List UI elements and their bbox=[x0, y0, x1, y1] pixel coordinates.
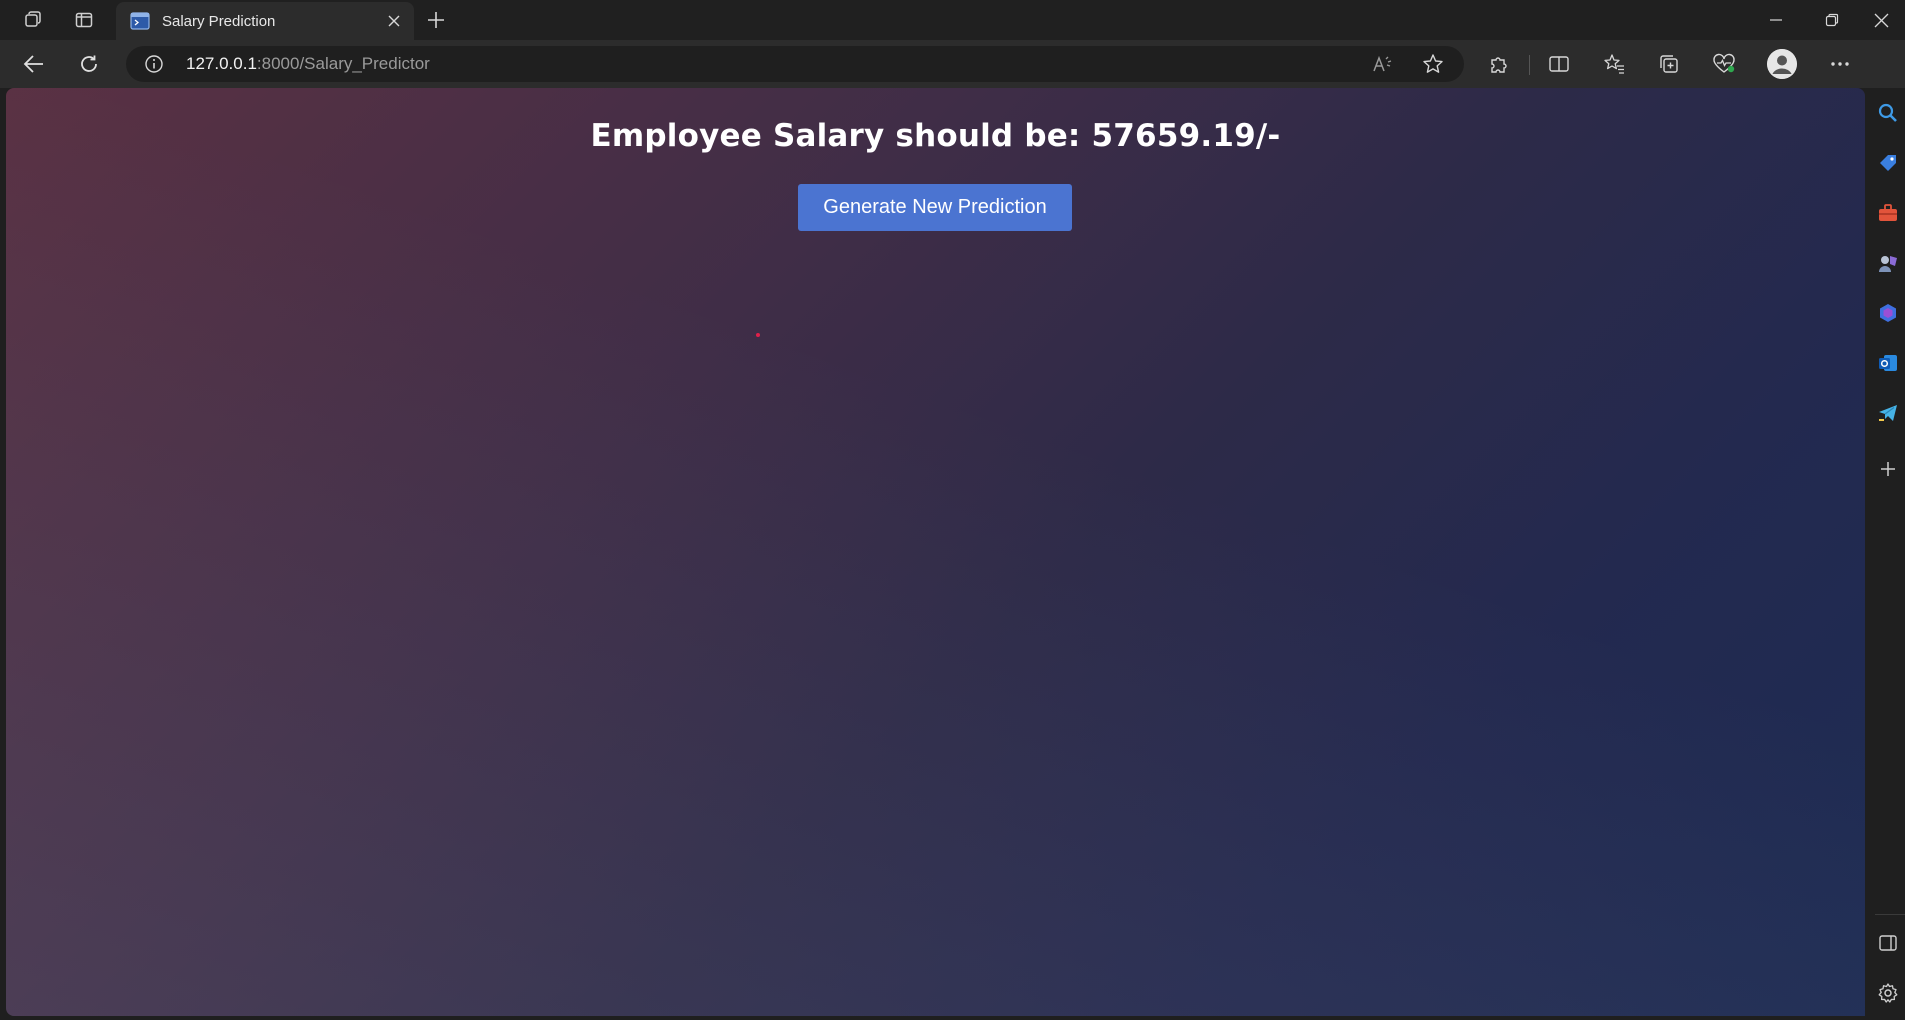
browser-titlebar: Salary Prediction bbox=[0, 0, 1905, 40]
read-aloud-icon[interactable] bbox=[1368, 50, 1398, 78]
back-icon[interactable] bbox=[16, 48, 52, 80]
browser-sidebar bbox=[1865, 88, 1905, 1020]
close-tab-icon[interactable] bbox=[380, 7, 408, 35]
copilot-icon[interactable] bbox=[1871, 296, 1905, 330]
outlook-icon[interactable] bbox=[1871, 346, 1905, 380]
minimize-icon[interactable] bbox=[1751, 0, 1801, 40]
tab-salary-prediction[interactable]: Salary Prediction bbox=[116, 2, 414, 40]
search-icon[interactable] bbox=[1871, 96, 1905, 130]
sidebar-toggle-icon[interactable] bbox=[1871, 926, 1905, 960]
url-host: 127.0.0.1 bbox=[186, 54, 257, 73]
salary-result-heading: Employee Salary should be: 57659.19/- bbox=[590, 118, 1281, 154]
settings-icon[interactable] bbox=[1871, 976, 1905, 1010]
url-path: :8000/Salary_Predictor bbox=[256, 54, 430, 73]
workspaces-icon[interactable] bbox=[18, 6, 48, 34]
favorites-icon[interactable] bbox=[1596, 48, 1632, 80]
tools-icon[interactable] bbox=[1871, 196, 1905, 230]
more-icon[interactable] bbox=[1822, 48, 1858, 80]
browser-toolbar: 127.0.0.1:8000/Salary_Predictor bbox=[0, 40, 1905, 88]
add-icon[interactable] bbox=[1871, 452, 1905, 486]
collections-icon[interactable] bbox=[1651, 48, 1687, 80]
extensions-icon[interactable] bbox=[1481, 48, 1517, 80]
profile-avatar[interactable] bbox=[1767, 49, 1797, 79]
page-viewport: Employee Salary should be: 57659.19/- Ge… bbox=[6, 88, 1865, 1016]
new-tab-icon[interactable] bbox=[420, 5, 452, 35]
favorite-star-icon[interactable] bbox=[1418, 50, 1448, 78]
generate-new-prediction-button[interactable]: Generate New Prediction bbox=[798, 184, 1072, 231]
games-icon[interactable] bbox=[1871, 246, 1905, 280]
terminal-window-icon bbox=[130, 12, 150, 30]
browser-essentials-icon[interactable] bbox=[1706, 48, 1742, 80]
sidebar-divider bbox=[1875, 914, 1905, 915]
mouse-cursor-dot bbox=[756, 333, 760, 337]
shopping-tag-icon[interactable] bbox=[1871, 146, 1905, 180]
vertical-tabs-icon[interactable] bbox=[69, 6, 99, 34]
info-icon[interactable] bbox=[144, 54, 164, 74]
url-text[interactable]: 127.0.0.1:8000/Salary_Predictor bbox=[186, 54, 430, 74]
address-bar[interactable]: 127.0.0.1:8000/Salary_Predictor bbox=[126, 46, 1464, 82]
telegram-icon[interactable] bbox=[1871, 396, 1905, 430]
close-window-icon[interactable] bbox=[1857, 0, 1905, 40]
toolbar-separator bbox=[1529, 55, 1530, 75]
tab-title: Salary Prediction bbox=[162, 12, 276, 30]
split-screen-icon[interactable] bbox=[1541, 48, 1577, 80]
refresh-icon[interactable] bbox=[71, 48, 107, 80]
restore-icon[interactable] bbox=[1807, 0, 1857, 40]
